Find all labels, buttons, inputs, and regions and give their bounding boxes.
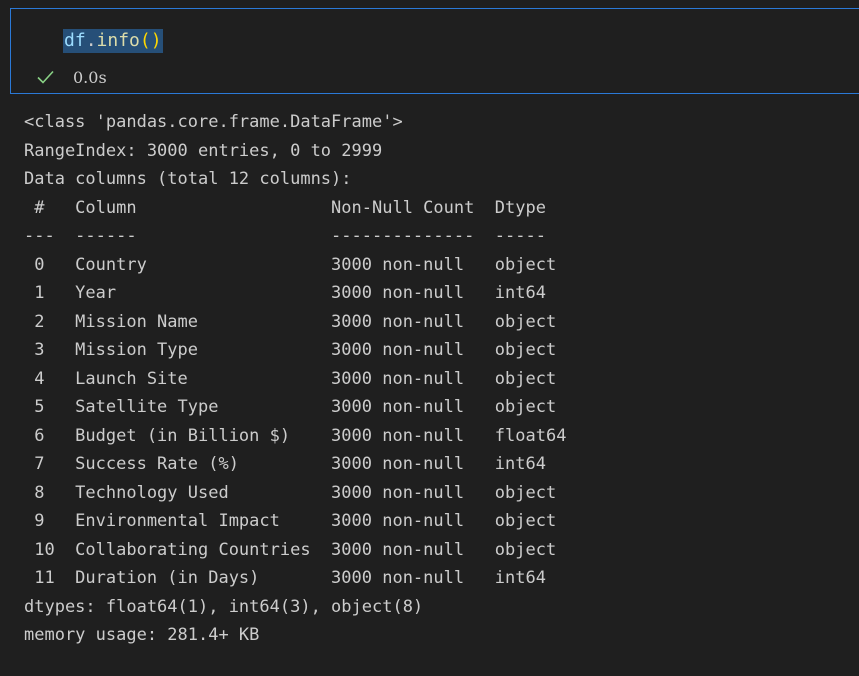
output-line: 2 Mission Name 3000 non-null object bbox=[24, 311, 567, 332]
output-line: 0 Country 3000 non-null object bbox=[24, 254, 567, 275]
execution-status: 0.0s bbox=[35, 65, 107, 89]
code-token-dot: . bbox=[85, 30, 97, 51]
output-line: memory usage: 281.4+ KB bbox=[24, 625, 260, 645]
output-line: <class 'pandas.core.frame.DataFrame'> bbox=[24, 112, 403, 132]
output-line: 4 Launch Site 3000 non-null object bbox=[24, 368, 567, 389]
output-line: 3 Mission Type 3000 non-null object bbox=[24, 340, 567, 360]
check-icon bbox=[35, 67, 55, 87]
code-cell[interactable]: df.info() 0.0s bbox=[10, 8, 859, 94]
output-line: 5 Satellite Type 3000 non-null object bbox=[24, 397, 567, 417]
output-line: --- ------ -------------- ----- bbox=[24, 226, 567, 246]
output-line: 9 Environmental Impact 3000 non-null obj… bbox=[24, 511, 567, 531]
cell-output: <class 'pandas.core.frame.DataFrame'> Ran… bbox=[24, 108, 566, 650]
output-line: dtypes: float64(1), int64(3), object(8) bbox=[24, 596, 424, 617]
output-line: 1 Year 3000 non-null int64 bbox=[24, 283, 567, 303]
code-token-object: df bbox=[64, 30, 86, 51]
execution-time: 0.0s bbox=[73, 67, 107, 87]
code-editor-line[interactable]: df.info() bbox=[63, 29, 163, 53]
output-line: 10 Collaborating Countries 3000 non-null… bbox=[24, 539, 567, 560]
output-line: RangeIndex: 3000 entries, 0 to 2999 bbox=[24, 140, 383, 161]
output-line: 6 Budget (in Billion $) 3000 non-null fl… bbox=[24, 425, 567, 446]
code-token-parens: () bbox=[139, 30, 162, 51]
code-token-method: info bbox=[96, 30, 140, 51]
output-line: 11 Duration (in Days) 3000 non-null int6… bbox=[24, 568, 567, 588]
output-line: Data columns (total 12 columns): bbox=[24, 169, 352, 189]
output-line: # Column Non-Null Count Dtype bbox=[24, 197, 567, 218]
output-line: 7 Success Rate (%) 3000 non-null int64 bbox=[24, 454, 567, 474]
output-line: 8 Technology Used 3000 non-null object bbox=[24, 482, 567, 503]
